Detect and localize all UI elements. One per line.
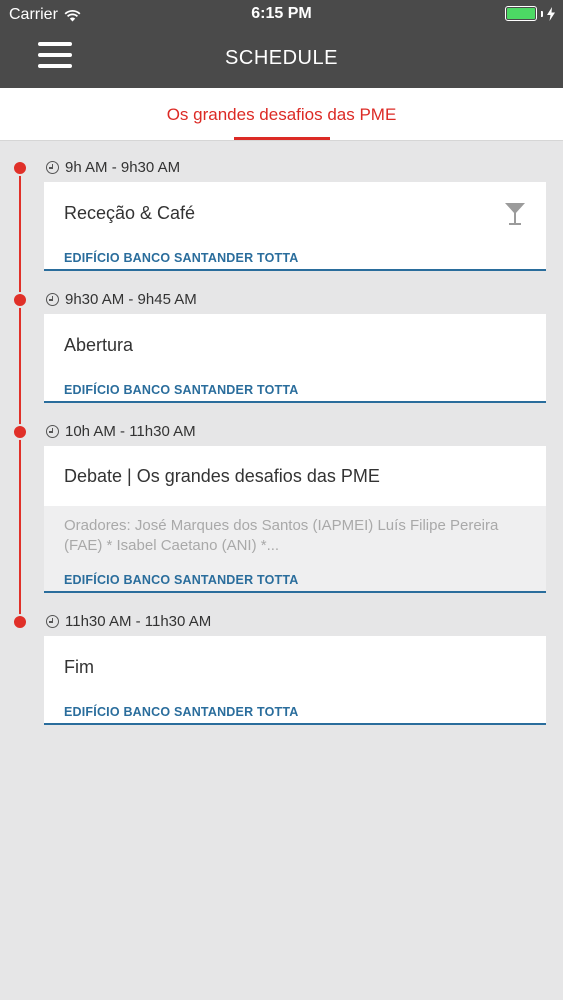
timeline-dot	[12, 292, 28, 308]
battery-icon	[505, 6, 537, 21]
session-time: 11h30 AM - 11h30 AM	[46, 613, 211, 630]
charging-bolt-icon	[547, 6, 555, 21]
session-title: Fim	[64, 657, 94, 677]
status-time: 6:15 PM	[251, 5, 312, 22]
timeline-dot	[12, 614, 28, 630]
cocktail-icon	[505, 203, 525, 225]
battery-indicator	[505, 6, 555, 21]
session-card[interactable]: Fim EDIFÍCIO BANCO SANTANDER TOTTA	[44, 636, 546, 725]
session-location: EDIFÍCIO BANCO SANTANDER TOTTA	[64, 251, 299, 265]
session-location: EDIFÍCIO BANCO SANTANDER TOTTA	[64, 573, 299, 587]
session-location: EDIFÍCIO BANCO SANTANDER TOTTA	[64, 383, 299, 397]
tab-active-indicator	[234, 137, 330, 140]
session-time-label: 9h AM - 9h30 AM	[65, 159, 181, 176]
session-time: 10h AM - 11h30 AM	[46, 423, 196, 440]
session-location: EDIFÍCIO BANCO SANTANDER TOTTA	[64, 705, 299, 719]
clock-icon	[46, 293, 59, 306]
clock-icon	[46, 161, 59, 174]
tab-event-title[interactable]: Os grandes desafios das PME	[0, 105, 563, 125]
session-title: Debate | Os grandes desafios das PME	[64, 466, 380, 486]
session-time-label: 9h30 AM - 9h45 AM	[65, 291, 197, 308]
clock-icon	[46, 425, 59, 438]
session-title: Receção & Café	[64, 203, 196, 223]
session-title: Abertura	[64, 335, 134, 355]
session-time: 9h AM - 9h30 AM	[46, 159, 180, 176]
event-tab-bar: Os grandes desafios das PME	[0, 88, 563, 141]
clock-icon	[46, 615, 59, 628]
timeline-line	[19, 168, 21, 622]
status-bar: Carrier 6:15 PM	[0, 0, 563, 30]
session-card[interactable]: Debate | Os grandes desafios das PME Ora…	[44, 446, 546, 593]
timeline-dot	[12, 160, 28, 176]
page-title: SCHEDULE	[225, 47, 338, 69]
session-card[interactable]: Receção & Café EDIFÍCIO BANCO SANTANDER …	[44, 182, 546, 271]
navigation-bar: Carrier 6:15 PM SCHEDULE	[0, 0, 563, 88]
session-time: 9h30 AM - 9h45 AM	[46, 291, 197, 308]
session-time-label: 11h30 AM - 11h30 AM	[65, 613, 212, 630]
session-card[interactable]: Abertura EDIFÍCIO BANCO SANTANDER TOTTA	[44, 314, 546, 403]
session-time-label: 10h AM - 11h30 AM	[65, 423, 196, 440]
timeline-dot	[12, 424, 28, 440]
